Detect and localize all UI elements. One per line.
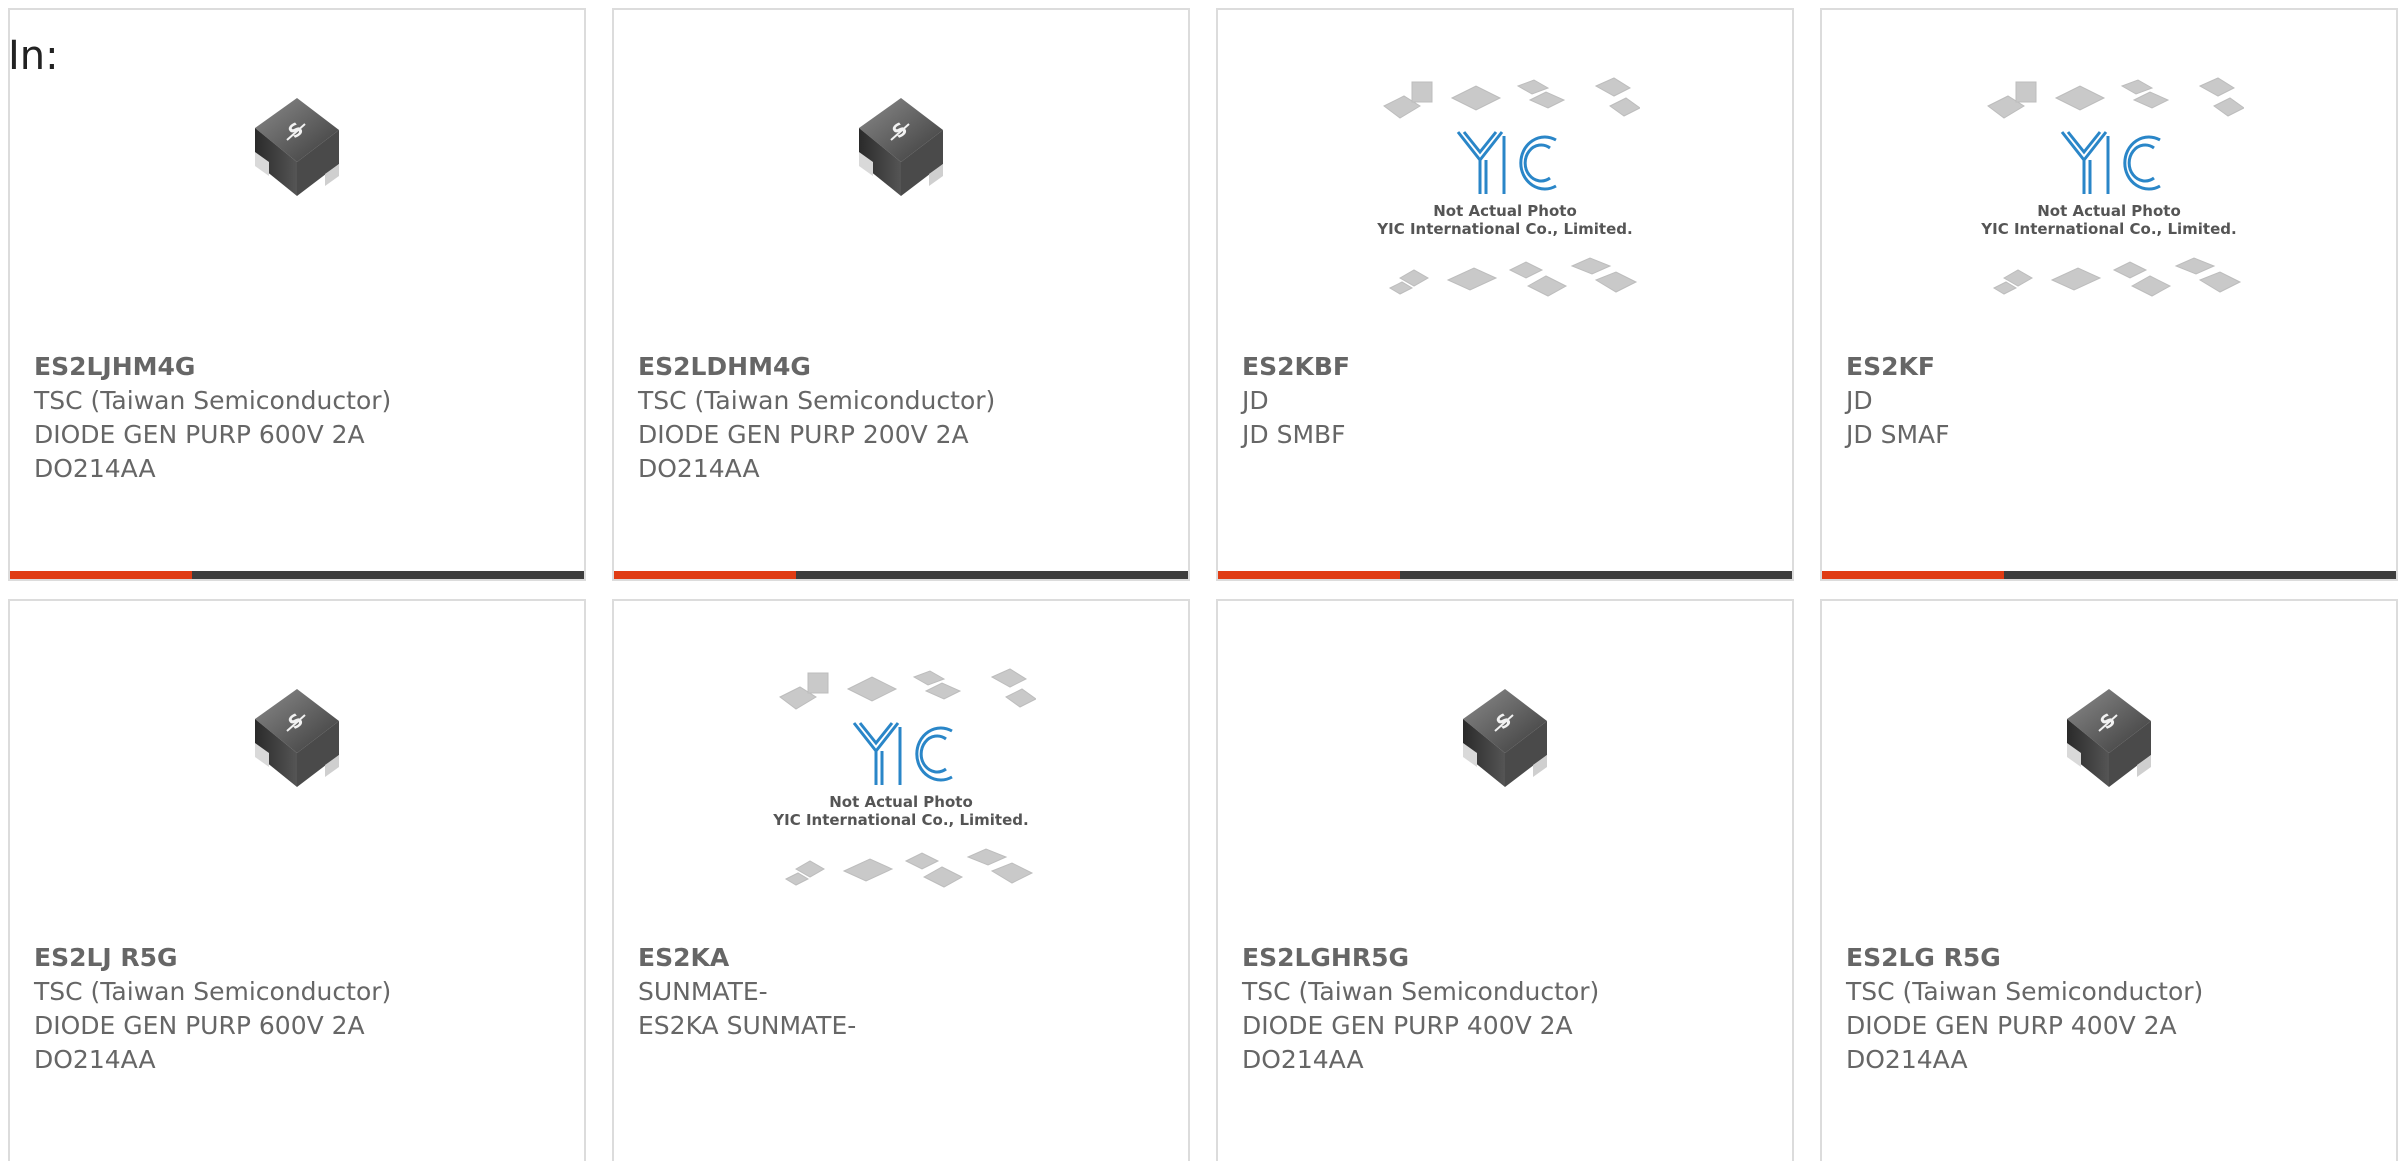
manufacturer: TSC (Taiwan Semiconductor) — [34, 977, 392, 1006]
manufacturer: TSC (Taiwan Semiconductor) — [1846, 977, 2204, 1006]
yic-placeholder-image: Not Actual Photo YIC International Co., … — [1974, 70, 2245, 320]
product-info: ES2LJHM4G TSC (Taiwan Semiconductor) DIODE… — [34, 350, 568, 486]
part-number[interactable]: ES2LG R5G — [1846, 941, 2380, 975]
card-bottom-bar — [1822, 571, 2396, 579]
part-number[interactable]: ES2KA — [638, 941, 1172, 975]
description: JD SMBF — [1242, 420, 1346, 449]
smd-diode-chip-icon: S — [255, 689, 339, 787]
part-number[interactable]: ES2LJHM4G — [34, 350, 568, 384]
description: JD SMAF — [1846, 420, 1950, 449]
package: DO214AA — [34, 1045, 156, 1074]
smd-diode-chip-icon: S — [255, 98, 339, 196]
product-image[interactable]: S — [10, 90, 584, 370]
product-image[interactable]: Not Actual Photo YIC International Co., … — [1822, 77, 2396, 370]
manufacturer: TSC (Taiwan Semiconductor) — [1242, 977, 1600, 1006]
description: DIODE GEN PURP 200V 2A — [638, 420, 969, 449]
product-image[interactable]: Not Actual Photo YIC International Co., … — [614, 668, 1188, 961]
card-bottom-bar — [1218, 571, 1792, 579]
product-info: ES2LJ R5G TSC (Taiwan Semiconductor) DIODE… — [34, 941, 568, 1077]
manufacturer: JD — [1846, 386, 1873, 415]
card-accent-bar — [614, 571, 796, 579]
placeholder-line-1: Not Actual Photo — [1433, 202, 1577, 220]
product-info: ES2KBF JD JD SMBF — [1242, 350, 1776, 452]
part-number[interactable]: ES2LGHR5G — [1242, 941, 1776, 975]
product-grid: S ES2LJHM4GTSC (Taiwan Semiconductor)DIO… — [8, 8, 2398, 1161]
description: DIODE GEN PURP 400V 2A — [1242, 1011, 1573, 1040]
placeholder-line-2: YIC International Co., Limited. — [1376, 220, 1632, 238]
product-info: ES2LGHR5G TSC (Taiwan Semiconductor) DIODE… — [1242, 941, 1776, 1077]
part-number[interactable]: ES2LDHM4G — [638, 350, 1172, 384]
placeholder-parts-graphic: Not Actual Photo YIC International Co., … — [1980, 77, 2245, 297]
product-card[interactable]: S ES2LG R5GTSC (Taiwan Semiconductor) DIO… — [1820, 599, 2398, 1161]
package: DO214AA — [1242, 1045, 1364, 1074]
package: DO214AA — [34, 454, 156, 483]
product-card[interactable]: S ES2LDHM4GTSC (Taiwan Semiconductor) DIO… — [612, 8, 1190, 581]
part-number[interactable]: ES2KBF — [1242, 350, 1776, 384]
card-accent-bar — [1822, 571, 2004, 579]
part-number[interactable]: ES2KF — [1846, 350, 2380, 384]
yic-placeholder-image: Not Actual Photo YIC International Co., … — [766, 661, 1037, 911]
description: DIODE GEN PURP 600V 2A — [34, 1011, 365, 1040]
placeholder-parts-graphic: Not Actual Photo YIC International Co., … — [772, 668, 1037, 888]
card-bottom-bar — [614, 571, 1188, 579]
manufacturer: JD — [1242, 386, 1269, 415]
placeholder-line-1: Not Actual Photo — [2037, 202, 2181, 220]
product-card[interactable]: Not Actual Photo YIC International Co., … — [1216, 8, 1794, 581]
description: DIODE GEN PURP 400V 2A — [1846, 1011, 2177, 1040]
product-info: ES2LDHM4G TSC (Taiwan Semiconductor) DIODE… — [638, 350, 1172, 486]
card-bottom-bar — [10, 571, 584, 579]
manufacturer: SUNMATE- — [638, 977, 768, 1006]
description: DIODE GEN PURP 600V 2A — [34, 420, 365, 449]
product-image[interactable]: S — [10, 681, 584, 961]
product-info: ES2KA SUNMATE- ES2KA SUNMATE- — [638, 941, 1172, 1043]
product-image[interactable]: S — [1822, 681, 2396, 961]
product-card[interactable]: Not Actual Photo YIC International Co., … — [1820, 8, 2398, 581]
manufacturer: TSC (Taiwan Semiconductor) — [34, 386, 392, 415]
product-grid-page: S ES2LJHM4GTSC (Taiwan Semiconductor)DIO… — [0, 0, 2403, 1161]
part-number[interactable]: ES2LJ R5G — [34, 941, 568, 975]
smd-diode-chip-icon: S — [859, 98, 943, 196]
card-accent-bar — [1218, 571, 1400, 579]
package: DO214AA — [638, 454, 760, 483]
description: ES2KA SUNMATE- — [638, 1011, 857, 1040]
yic-placeholder-image: Not Actual Photo YIC International Co., … — [1370, 70, 1641, 320]
placeholder-line-1: Not Actual Photo — [829, 793, 973, 811]
package: DO214AA — [1846, 1045, 1968, 1074]
manufacturer: TSC (Taiwan Semiconductor) — [638, 386, 996, 415]
product-card[interactable]: S ES2LJHM4GTSC (Taiwan Semiconductor) DIO… — [8, 8, 586, 581]
product-image[interactable]: S — [614, 90, 1188, 370]
product-card[interactable]: Not Actual Photo YIC International Co., … — [612, 599, 1190, 1161]
product-card[interactable]: S ES2LGHR5GTSC (Taiwan Semiconductor) DIO… — [1216, 599, 1794, 1161]
product-card[interactable]: S ES2LJ R5GTSC (Taiwan Semiconductor) DIO… — [8, 599, 586, 1161]
smd-diode-chip-icon: S — [1463, 689, 1547, 787]
in-label: In: — [8, 33, 59, 79]
placeholder-line-2: YIC International Co., Limited. — [1980, 220, 2236, 238]
smd-diode-chip-icon: S — [2067, 689, 2151, 787]
card-accent-bar — [10, 571, 192, 579]
placeholder-parts-graphic: Not Actual Photo YIC International Co., … — [1376, 77, 1641, 297]
product-info: ES2KF JD JD SMAF — [1846, 350, 2380, 452]
placeholder-line-2: YIC International Co., Limited. — [772, 811, 1028, 829]
product-info: ES2LG R5G TSC (Taiwan Semiconductor) DIODE… — [1846, 941, 2380, 1077]
product-image[interactable]: Not Actual Photo YIC International Co., … — [1218, 77, 1792, 370]
product-image[interactable]: S — [1218, 681, 1792, 961]
